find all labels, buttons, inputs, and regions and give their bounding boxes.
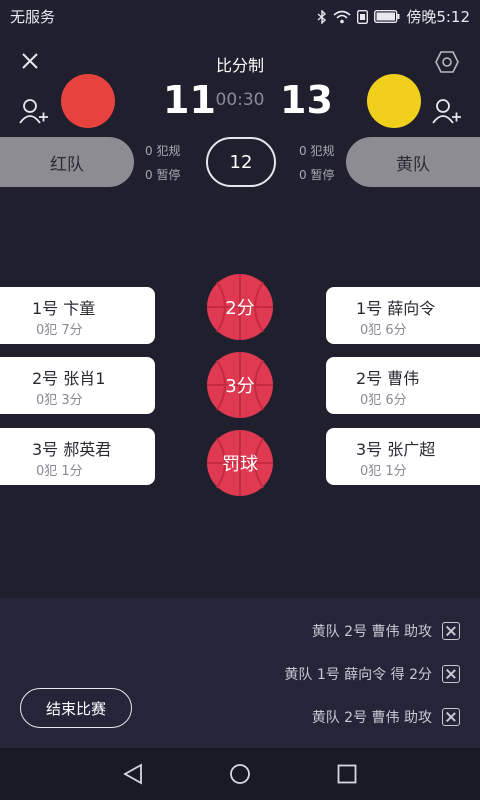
player-stats: 0犯 7分 (36, 323, 83, 338)
three-point-label: 3分 (225, 376, 255, 397)
player-stats: 0犯 6分 (360, 393, 407, 408)
log-text: 黄队 1号 薛向令 得 2分 (284, 667, 432, 683)
settings-icon[interactable] (435, 50, 459, 74)
yellow-team-button[interactable]: 黄队 (346, 137, 480, 187)
wifi-icon (333, 10, 351, 23)
page-title: 比分制 (215, 56, 264, 75)
player-name: 3号 郝英君 (32, 440, 112, 459)
player-stats: 0犯 1分 (36, 464, 83, 479)
two-point-button[interactable]: 2分 (207, 274, 273, 340)
navigation-bar (0, 748, 480, 800)
player-stats: 0犯 3分 (36, 393, 83, 408)
player-name: 3号 张广超 (356, 440, 436, 459)
clock-text: 傍晚5:12 (406, 8, 470, 26)
free-throw-button[interactable]: 罚球 (207, 430, 273, 496)
player-name: 2号 张肖1 (32, 369, 106, 388)
player-name: 1号 卞童 (32, 299, 96, 318)
yellow-score: 13 (280, 78, 333, 122)
red-timeouts: 0 暂停 (145, 168, 181, 182)
yellow-player-card-1[interactable]: 1号 薛向令 0犯 6分 (326, 287, 480, 344)
log-text: 黄队 2号 曹伟 助攻 (311, 710, 432, 726)
status-bar: 无服务 傍晚5:12 (0, 0, 480, 32)
sim-icon (357, 9, 369, 24)
yellow-fouls: 0 犯规 (299, 144, 335, 158)
log-text: 黄队 2号 曹伟 助攻 (311, 624, 432, 640)
recents-icon[interactable] (337, 764, 357, 784)
yellow-player-card-3[interactable]: 3号 张广超 0犯 1分 (326, 428, 480, 485)
delete-log-icon[interactable] (442, 708, 460, 726)
free-throw-label: 罚球 (222, 454, 258, 475)
delete-log-icon[interactable] (442, 665, 460, 683)
three-point-button[interactable]: 3分 (207, 352, 273, 418)
player-name: 2号 曹伟 (356, 369, 420, 388)
player-stats: 0犯 1分 (360, 464, 407, 479)
home-icon[interactable] (229, 763, 251, 785)
carrier-text: 无服务 (10, 8, 56, 26)
log-entry: 黄队 1号 薛向令 得 2分 (284, 663, 460, 685)
period-button[interactable]: 12 (206, 137, 276, 187)
yellow-player-card-2[interactable]: 2号 曹伟 0犯 6分 (326, 357, 480, 414)
log-entry: 黄队 2号 曹伟 助攻 (312, 620, 460, 642)
add-player-icon-red[interactable] (19, 98, 49, 124)
log-entry: 黄队 2号 曹伟 助攻 (312, 706, 460, 728)
red-team-button[interactable]: 红队 (0, 137, 134, 187)
yellow-timeouts: 0 暂停 (299, 168, 335, 182)
status-icons: 傍晚5:12 (317, 6, 470, 27)
bluetooth-icon (317, 9, 327, 24)
add-player-icon-yellow[interactable] (432, 98, 462, 124)
two-point-label: 2分 (225, 298, 255, 319)
red-player-card-1[interactable]: 1号 卞童 0犯 7分 (0, 287, 155, 344)
end-game-button[interactable]: 结束比赛 (20, 688, 132, 728)
game-clock: 00:30 (215, 90, 265, 110)
red-team-ball (61, 74, 115, 128)
battery-icon (374, 10, 400, 23)
player-stats: 0犯 6分 (360, 323, 407, 338)
back-icon[interactable] (122, 763, 144, 785)
red-player-card-3[interactable]: 3号 郝英君 0犯 1分 (0, 428, 155, 485)
red-player-card-2[interactable]: 2号 张肖1 0犯 3分 (0, 357, 155, 414)
player-name: 1号 薛向令 (356, 299, 436, 318)
red-fouls: 0 犯规 (145, 144, 181, 158)
delete-log-icon[interactable] (442, 622, 460, 640)
yellow-team-ball (367, 74, 421, 128)
